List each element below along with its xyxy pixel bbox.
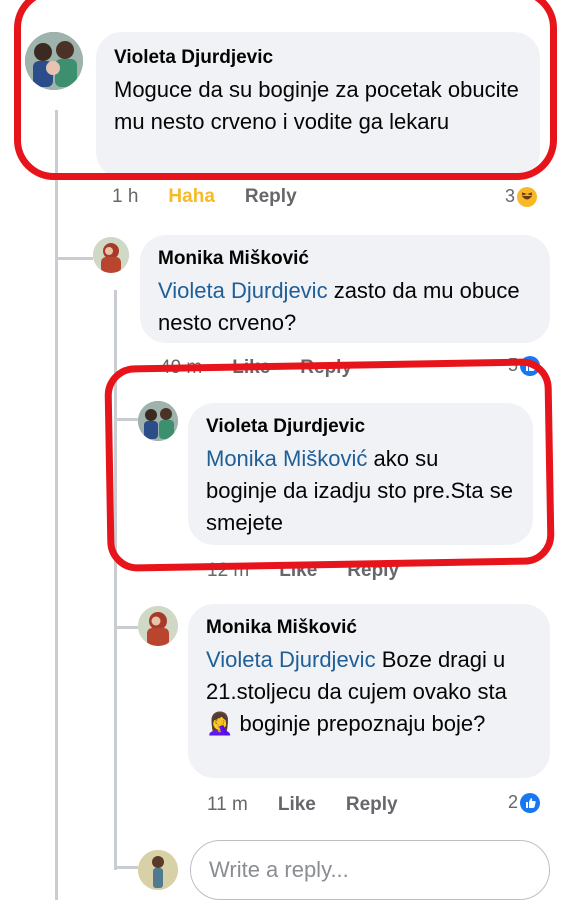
comment-time[interactable]: 1 h [112, 186, 138, 207]
thread-line [114, 418, 138, 421]
haha-reaction-label[interactable]: Haha [168, 186, 214, 207]
avatar[interactable] [25, 32, 83, 90]
thread-line [114, 626, 138, 629]
comment-bubble: Violeta Djurdjevic Monika Mišković ako s… [188, 403, 533, 545]
comment-time[interactable]: 49 m [160, 357, 202, 378]
comment-actions: 11 m Like Reply [207, 794, 428, 816]
avatar[interactable] [93, 237, 129, 273]
reply-button[interactable]: Reply [245, 186, 297, 207]
mention-link[interactable]: Violeta Djurdjevic [158, 278, 328, 303]
thread-line [114, 866, 138, 869]
reply-input-placeholder: Write a reply... [209, 857, 349, 882]
reaction-summary[interactable]: 2 [508, 792, 541, 813]
comment-text: Monika Mišković ako su boginje da izadju… [206, 446, 513, 535]
reply-button[interactable]: Reply [300, 357, 352, 378]
avatar[interactable] [138, 606, 178, 646]
comment-bubble: Violeta Djurdjevic Moguce da su boginje … [96, 32, 540, 178]
comment-actions: 1 h Haha Reply [112, 186, 327, 208]
comment-text: Violeta Djurdjevic zasto da mu obuce nes… [158, 278, 520, 335]
comment-time[interactable]: 12 m [207, 560, 249, 581]
thread-line [114, 290, 117, 870]
comment-author[interactable]: Violeta Djurdjevic [206, 415, 515, 439]
avatar[interactable] [138, 401, 178, 441]
reaction-count: 2 [508, 792, 519, 812]
reply-input[interactable]: Write a reply... [190, 840, 550, 900]
comment-author[interactable]: Violeta Djurdjevic [114, 46, 522, 70]
thread-line [55, 110, 58, 900]
like-button[interactable]: Like [279, 560, 317, 581]
comment-bubble: Monika Mišković Violeta Djurdjevic Boze … [188, 604, 550, 778]
thread-line [55, 257, 93, 260]
like-icon [520, 355, 541, 376]
comment-actions: 49 m Like Reply [160, 357, 382, 379]
comment-actions: 12 m Like Reply [207, 560, 429, 582]
reaction-count: 3 [505, 186, 516, 206]
comment-author[interactable]: Monika Mišković [206, 616, 532, 640]
reply-button[interactable]: Reply [346, 794, 398, 815]
current-user-avatar [138, 850, 178, 890]
reaction-count: 5 [508, 355, 519, 375]
comment-time[interactable]: 11 m [207, 794, 248, 815]
comment-bubble: Monika Mišković Violeta Djurdjevic zasto… [140, 235, 550, 343]
facepalm-emoji-icon: 🤦‍♀️ [206, 711, 234, 736]
reaction-summary[interactable]: 3 [505, 186, 538, 207]
like-button[interactable]: Like [278, 794, 316, 815]
comment-text: Violeta Djurdjevic Boze dragi u 21.stolj… [206, 647, 507, 736]
mention-link[interactable]: Violeta Djurdjevic [206, 647, 376, 672]
reply-button[interactable]: Reply [347, 560, 399, 581]
mention-link[interactable]: Monika Mišković [206, 446, 367, 471]
comment-text: Moguce da su boginje za pocetak obucite … [114, 77, 519, 134]
reaction-summary[interactable]: 5 [508, 355, 541, 376]
comment-author[interactable]: Monika Mišković [158, 247, 532, 271]
like-button[interactable]: Like [232, 357, 270, 378]
haha-icon [517, 186, 538, 207]
like-icon [520, 792, 541, 813]
